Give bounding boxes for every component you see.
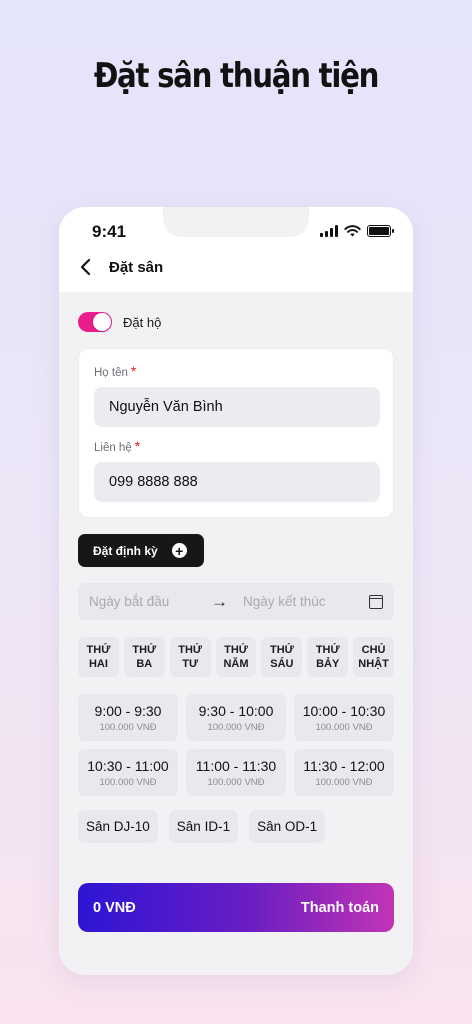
- recurring-booking-button[interactable]: Đặt định kỳ +: [78, 534, 204, 567]
- name-field[interactable]: Nguyễn Văn Bình: [94, 387, 380, 427]
- chevron-left-icon: [80, 258, 91, 276]
- weekday-label-top: THỨ: [269, 643, 294, 656]
- toggle-knob: [93, 313, 111, 331]
- weekday-label-top: THỨ: [86, 643, 111, 656]
- time-slot-range: 11:00 - 11:30: [195, 757, 277, 774]
- required-mark: *: [134, 438, 141, 454]
- nav-bar: Đặt sân: [79, 257, 163, 277]
- time-slot[interactable]: 9:30 - 10:00 100.000 VNĐ: [186, 694, 286, 741]
- time-slot-range: 10:30 - 11:00: [87, 757, 169, 774]
- time-slot-range: 9:30 - 10:00: [198, 702, 274, 719]
- status-time: 9:41: [92, 222, 127, 241]
- pay-label: Thanh toán: [300, 899, 379, 916]
- status-icons: [320, 225, 394, 237]
- time-slot-price: 100.000 VNĐ: [207, 721, 265, 733]
- time-slot-range: 11:30 - 12:00: [303, 757, 385, 774]
- phone-frame: 9:41 Đặt sân Đặt hộ Họ tên * Nguyễn Văn …: [59, 207, 413, 975]
- recurring-booking-label: Đặt định kỳ: [93, 543, 158, 558]
- time-slot[interactable]: 9:00 - 9:30 100.000 VNĐ: [78, 694, 178, 741]
- weekday-label-bottom: BẢY: [316, 658, 340, 670]
- weekday-selector: THỨ HAI THỨ BA THỨ TƯ THỨ NĂM THỨ SÁU THỨ BẢY CHỦ NHẬ…: [78, 637, 395, 677]
- weekday-label-top: THỨ: [132, 643, 157, 656]
- weekday-label-bottom: NHẬT: [358, 658, 389, 670]
- battery-icon: [367, 225, 394, 237]
- weekday-button[interactable]: THỨ TƯ: [169, 637, 211, 677]
- weekday-button[interactable]: CHỦ NHẬT: [353, 637, 395, 677]
- end-date-input[interactable]: Ngày kết thúc: [243, 594, 369, 609]
- weekday-label-bottom: BA: [136, 658, 153, 670]
- payment-button[interactable]: 0 VNĐ Thanh toán: [78, 883, 394, 932]
- court-chip[interactable]: Sân DJ-10: [78, 810, 158, 843]
- court-chip[interactable]: Sân OD-1: [249, 810, 326, 843]
- time-slot-price: 100.000 VNĐ: [315, 721, 373, 733]
- contact-card: Họ tên * Nguyễn Văn Bình Liên hệ * 099 888…: [78, 348, 394, 518]
- wifi-icon: [344, 225, 361, 237]
- promo-headline: Đặt sân thuận tiện: [93, 56, 380, 96]
- weekday-button[interactable]: THỨ HAI: [78, 637, 119, 677]
- weekday-label-bottom: NĂM: [223, 658, 249, 670]
- time-slot[interactable]: 11:00 - 11:30 100.000 VNĐ: [186, 749, 286, 796]
- weekday-label-bottom: SÁU: [270, 658, 294, 670]
- back-button[interactable]: [79, 257, 97, 277]
- court-chip[interactable]: Sân ID-1: [168, 810, 239, 843]
- time-slot-grid: 9:00 - 9:30 100.000 VNĐ 9:30 - 10:00 100.00…: [78, 694, 394, 796]
- weekday-button[interactable]: THỨ BA: [123, 637, 165, 677]
- weekday-label-top: THỨ: [178, 643, 203, 656]
- weekday-label-top: THỨ: [224, 643, 248, 656]
- required-mark: *: [130, 363, 137, 379]
- weekday-button[interactable]: THỨ NĂM: [215, 637, 257, 677]
- name-label: Họ tên *: [94, 363, 137, 379]
- weekday-label-bottom: HAI: [88, 658, 108, 670]
- weekday-button[interactable]: THỨ SÁU: [261, 637, 303, 677]
- date-range-picker[interactable]: Ngày bắt đầu → Ngày kết thúc: [78, 583, 394, 620]
- time-slot-range: 10:00 - 10:30: [302, 702, 386, 719]
- calendar-icon[interactable]: [369, 594, 383, 609]
- proxy-booking-row: Đặt hộ: [78, 312, 161, 332]
- weekday-button[interactable]: THỨ BẢY: [307, 637, 349, 677]
- signal-icon: [320, 225, 338, 237]
- weekday-label-top: THỨ: [315, 643, 340, 656]
- proxy-booking-label: Đặt hộ: [123, 314, 162, 330]
- time-slot-price: 100.000 VNĐ: [99, 776, 157, 788]
- start-date-input[interactable]: Ngày bắt đầu: [89, 594, 211, 609]
- court-selector: Sân DJ-10 Sân ID-1 Sân OD-1: [78, 810, 326, 843]
- contact-label: Liên hệ *: [94, 438, 141, 454]
- total-amount: 0 VNĐ: [93, 899, 136, 916]
- contact-field[interactable]: 099 8888 888: [94, 462, 380, 502]
- phone-notch: [163, 207, 309, 237]
- time-slot[interactable]: 10:00 - 10:30 100.000 VNĐ: [294, 694, 394, 741]
- time-slot[interactable]: 10:30 - 11:00 100.000 VNĐ: [78, 749, 178, 796]
- time-slot-price: 100.000 VNĐ: [315, 776, 373, 788]
- time-slot-price: 100.000 VNĐ: [207, 776, 265, 788]
- proxy-booking-toggle[interactable]: [78, 312, 112, 332]
- arrow-right-icon: →: [211, 591, 228, 611]
- time-slot[interactable]: 11:30 - 12:00 100.000 VNĐ: [294, 749, 394, 796]
- app-header: 9:41 Đặt sân: [59, 207, 413, 292]
- page-title: Đặt sân: [109, 258, 164, 276]
- time-slot-price: 100.000 VNĐ: [99, 721, 157, 733]
- plus-circle-icon: +: [171, 543, 187, 558]
- weekday-label-top: CHỦ: [361, 643, 386, 656]
- weekday-label-bottom: TƯ: [182, 658, 199, 670]
- time-slot-range: 9:00 - 9:30: [94, 702, 162, 719]
